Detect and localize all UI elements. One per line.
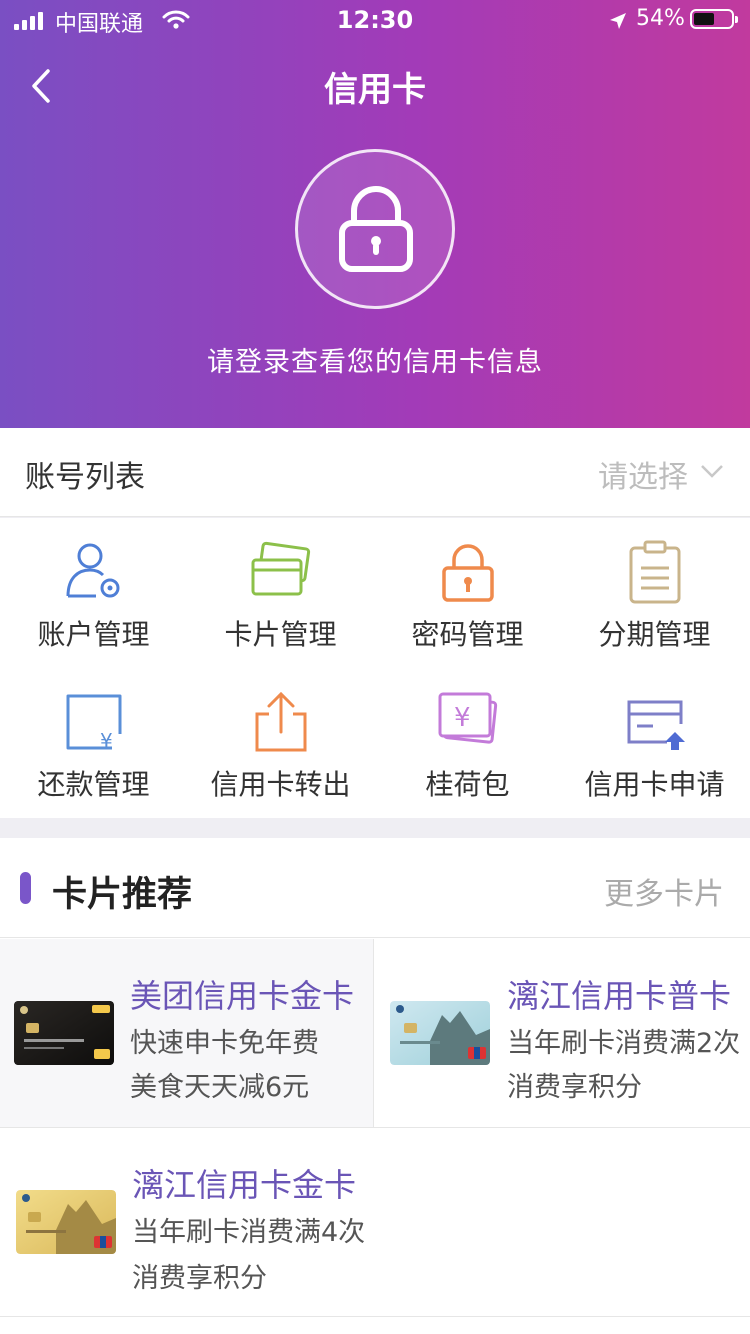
card-desc-line2: 美食天天减6元 [130,1072,310,1103]
menu-card-apply[interactable]: 信用卡申请 [561,668,748,818]
function-grid: 账户管理 卡片管理 密码管理 分期管理 ¥ 还款管理 信用卡转出 ¥ 桂荷包 信… [0,518,750,818]
repayment-icon: ¥ [66,694,121,753]
meituan-gold-card-image [14,1001,114,1065]
card-name: 漓江信用卡普卡 [507,977,732,1015]
chevron-down-icon [701,465,723,478]
account-settings-icon [66,543,119,598]
menu-label: 卡片管理 [224,618,337,651]
card-desc-line2: 消费享积分 [507,1072,642,1103]
more-cards-link[interactable]: 更多卡片 [604,869,724,913]
menu-card-transfer-out[interactable]: 信用卡转出 [187,668,374,818]
recommend-title: 卡片推荐 [52,875,193,915]
lock-icon [441,544,494,602]
cards-icon [251,541,310,596]
card-desc-line1: 当年刷卡消费满2次 [507,1028,741,1059]
menu-repayment-management[interactable]: ¥ 还款管理 [0,668,187,818]
battery-icon [690,9,738,29]
card-desc-line1: 当年刷卡消费满4次 [132,1217,366,1248]
card-name: 漓江信用卡金卡 [132,1166,357,1204]
card-item[interactable]: 美团信用卡金卡 快速申卡免年费 美食天天减6元 [0,939,374,1127]
status-bar: 中国联通 12:30 54% [0,0,750,42]
location-arrow-icon [610,13,626,29]
svg-text:¥: ¥ [454,703,471,733]
account-select[interactable]: 请选择 [598,452,688,496]
recommend-header: 卡片推荐 更多卡片 [0,838,750,938]
svg-text:¥: ¥ [100,729,113,753]
lijiang-gold-card-image [16,1190,116,1254]
section-accent-bar [20,872,31,904]
menu-label: 信用卡申请 [584,768,725,801]
account-list-label: 账号列表 [25,460,145,495]
menu-password-management[interactable]: 密码管理 [374,518,561,668]
card-item[interactable]: 漓江信用卡金卡 当年刷卡消费满4次 消费享积分 [0,1127,750,1317]
menu-label: 密码管理 [411,618,524,651]
card-desc-line1: 快速申卡免年费 [130,1028,319,1059]
lock-icon [339,186,413,272]
menu-card-management[interactable]: 卡片管理 [187,518,374,668]
login-prompt[interactable]: 请登录查看您的信用卡信息 [0,340,750,379]
menu-label: 信用卡转出 [210,768,351,801]
card-item[interactable]: 漓江信用卡普卡 当年刷卡消费满2次 消费享积分 [375,939,750,1127]
card-recommend-section: 卡片推荐 更多卡片 美团信用卡金卡 快速申卡免年费 美食天天减6元 漓江信用卡普… [0,838,750,1334]
wallet-yen-icon: ¥ [438,692,497,744]
menu-label: 分期管理 [598,618,711,651]
menu-label: 账户管理 [37,618,150,651]
card-name: 美团信用卡金卡 [130,977,355,1015]
card-apply-icon [627,700,685,750]
share-out-icon [255,691,306,752]
menu-label: 还款管理 [37,768,150,801]
clipboard-icon [629,540,680,604]
lijiang-standard-card-image [390,1001,490,1065]
menu-wallet[interactable]: ¥ 桂荷包 [374,668,561,818]
battery-percent: 54% [636,6,685,31]
menu-installment-management[interactable]: 分期管理 [561,518,748,668]
menu-account-management[interactable]: 账户管理 [0,518,187,668]
login-lock-button[interactable] [295,149,455,309]
account-list-row[interactable]: 账号列表 请选择 [0,428,750,517]
header-banner: 中国联通 12:30 54% 信用卡 请登录查看您的信用卡信息 [0,0,750,428]
menu-label: 桂荷包 [425,768,510,801]
card-desc-line2: 消费享积分 [132,1263,267,1294]
page-title: 信用卡 [324,70,426,110]
